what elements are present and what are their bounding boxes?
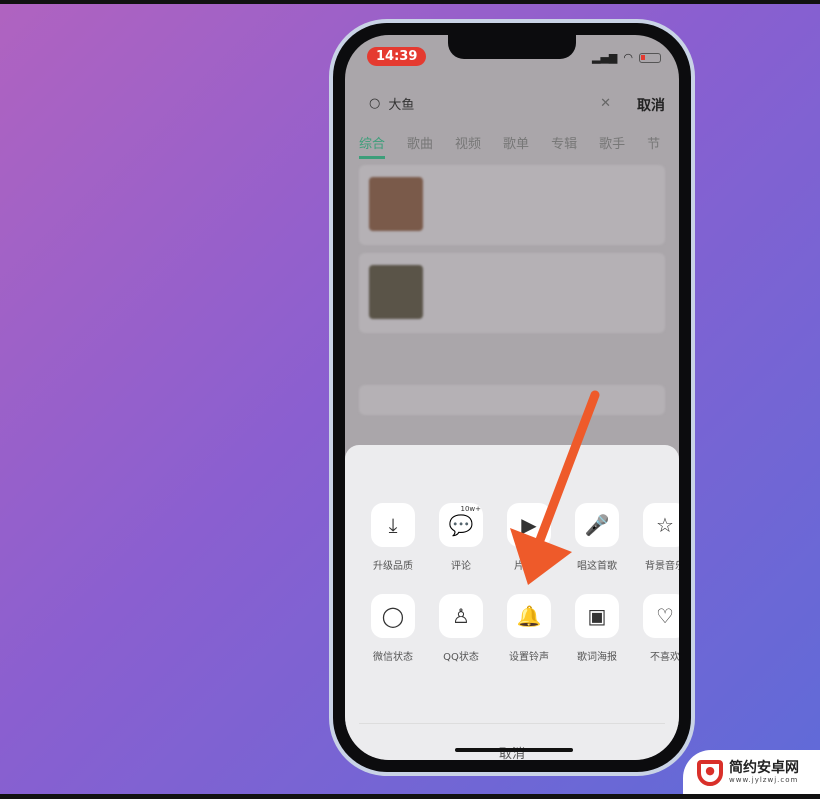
tab-artists[interactable]: 歌手 (599, 133, 625, 159)
search-input[interactable]: ○ 大鱼 ✕ (359, 87, 621, 119)
wifi-icon: ◠ (623, 51, 633, 64)
clear-icon[interactable]: ✕ (600, 96, 611, 111)
comment-badge: 10w+ (460, 505, 482, 513)
action-comment[interactable]: 💬 10w+ 评论 (427, 503, 495, 572)
battery-icon (639, 52, 661, 63)
notch (448, 35, 576, 59)
lyrics-poster-icon: ▣ (575, 594, 619, 638)
action-background-music[interactable]: ☆背景音乐 (631, 503, 679, 572)
tab-albums[interactable]: 专辑 (551, 133, 577, 159)
search-cancel-button[interactable]: 取消 (637, 95, 665, 115)
action-set-ringtone[interactable]: 🔔 设置铃声 (495, 594, 563, 663)
signal-icon: ▂▄▆ (592, 51, 618, 64)
action-clip[interactable]: ▶ 片段拍 (495, 503, 563, 572)
wechat-status-icon: ◯ (371, 594, 415, 638)
tab-videos[interactable]: 视频 (455, 133, 481, 159)
result-filters (359, 385, 665, 415)
search-query: 大鱼 (388, 97, 415, 113)
dislike-icon: ♡ (643, 594, 679, 638)
bottom-bar (0, 794, 820, 799)
tab-all[interactable]: 综合 (359, 133, 386, 159)
watermark-title: 简约安卓网 (729, 760, 799, 776)
phone-screen: 14:39 ▂▄▆ ◠ ○ 大鱼 ✕ 取消 综合 歌曲 视频 歌单 专辑 歌手 … (345, 35, 679, 760)
star-music-icon: ☆ (643, 503, 679, 547)
qq-status-icon: ♙ (439, 594, 483, 638)
microphone-icon: 🎤 (575, 503, 619, 547)
action-lyrics-poster[interactable]: ▣ 歌词海报 (563, 594, 631, 663)
action-wechat-status[interactable]: ◯ 微信状态 (359, 594, 427, 663)
action-sing[interactable]: 🎤 唱这首歌 (563, 503, 631, 572)
result-item[interactable] (359, 253, 665, 333)
divider (359, 723, 665, 724)
watermark: ● 简约安卓网 www.jylzwj.com (683, 750, 820, 795)
search-icon: ○ (369, 95, 381, 111)
tab-more[interactable]: 节 (647, 133, 660, 159)
watermark-logo-icon: ● (697, 759, 723, 786)
top-bar (0, 0, 820, 4)
phone-frame: 14:39 ▂▄▆ ◠ ○ 大鱼 ✕ 取消 综合 歌曲 视频 歌单 专辑 歌手 … (329, 19, 695, 776)
result-item[interactable] (359, 165, 665, 245)
comment-icon: 💬 10w+ (439, 503, 483, 547)
tab-songs[interactable]: 歌曲 (407, 133, 433, 159)
action-dislike[interactable]: ♡ 不喜欢 (631, 594, 679, 663)
status-icons: ▂▄▆ ◠ (592, 51, 661, 64)
action-upgrade-quality[interactable]: ⤓ 升级品质 (359, 503, 427, 572)
watermark-url: www.jylzwj.com (729, 776, 799, 784)
home-indicator[interactable] (455, 748, 573, 752)
action-qq-status[interactable]: ♙ QQ状态 (427, 594, 495, 663)
download-quality-icon: ⤓ (371, 503, 415, 547)
clip-icon: ▶ (507, 503, 551, 547)
tab-bar: 综合 歌曲 视频 歌单 专辑 歌手 节 (359, 133, 660, 159)
bell-icon: 🔔 (507, 594, 551, 638)
action-sheet: ⤓升级品质 💬10w+评论 ▶片段拍 🎤唱这首歌 ☆背景音乐 ◯微信状态 ♙QQ… (345, 445, 679, 760)
status-time: 14:39 (367, 47, 427, 66)
tab-playlists[interactable]: 歌单 (503, 133, 529, 159)
